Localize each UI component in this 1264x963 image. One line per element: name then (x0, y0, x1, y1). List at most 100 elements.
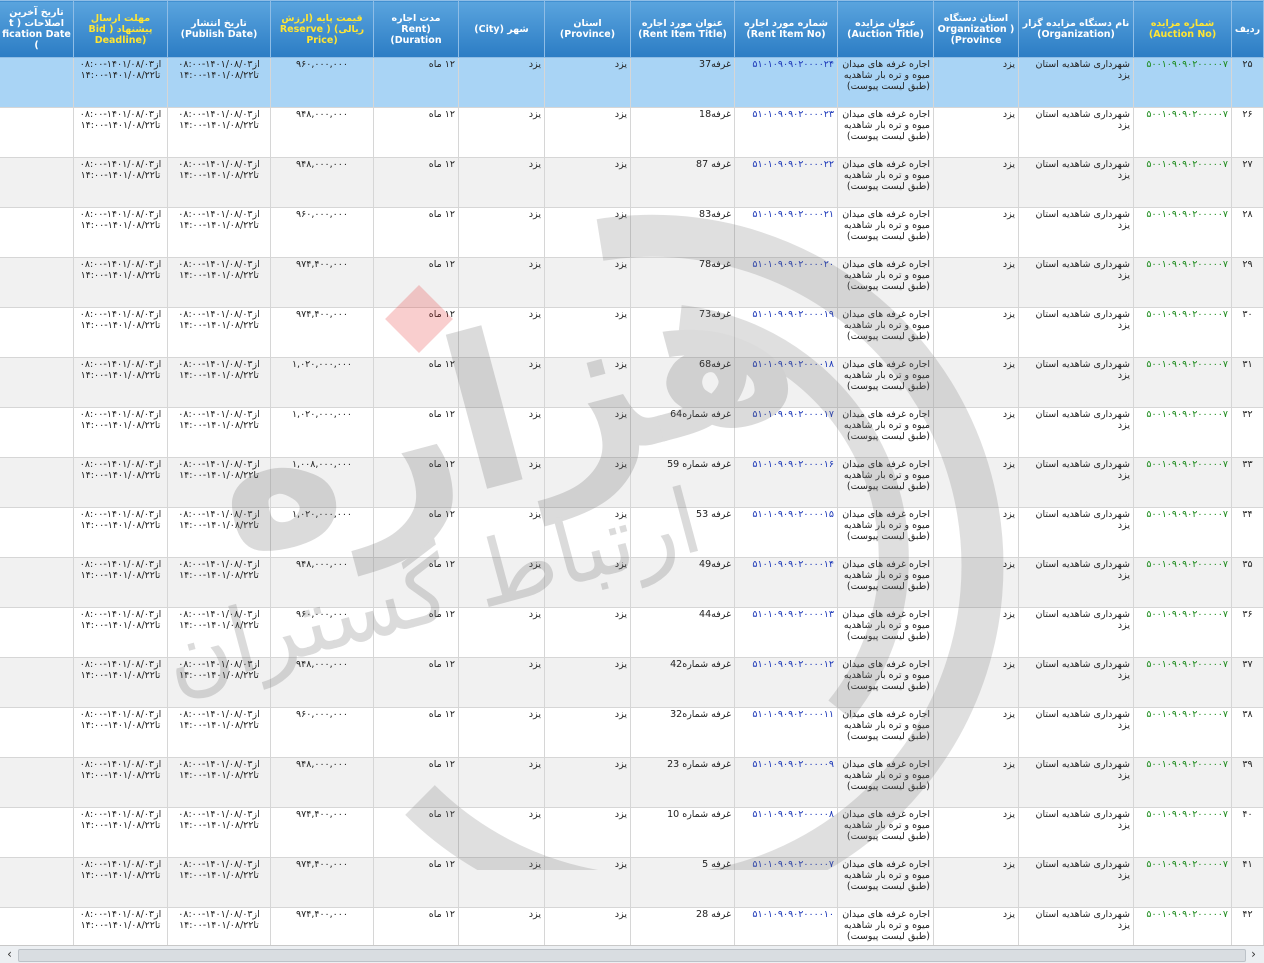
table-row[interactable]: ۳۱ ۵۰۰۱۰۹۰۹۰۲۰۰۰۰۰۷ شهرداری شاهدیه استان ی… (0, 357, 1264, 408)
table-row[interactable]: ۲۸ ۵۰۰۱۰۹۰۹۰۲۰۰۰۰۰۷ شهرداری شاهدیه استان ی… (0, 207, 1264, 258)
column-header-4[interactable]: عنوان مزایده (Auction Title) (837, 0, 934, 58)
table-row[interactable]: ۳۲ ۵۰۰۱۰۹۰۹۰۲۰۰۰۰۰۷ شهرداری شاهدیه استان ی… (0, 407, 1264, 458)
city-cell: یزد (458, 857, 545, 908)
rent-item-title-cell: غرفه 87 (630, 157, 735, 208)
column-header-8[interactable]: شهر (City) (458, 0, 545, 58)
city-cell: یزد (458, 807, 545, 858)
auction-no-link[interactable]: ۵۰۰۱۰۹۰۹۰۲۰۰۰۰۰۷ (1133, 457, 1232, 508)
table-row[interactable]: ۳۶ ۵۰۰۱۰۹۰۹۰۲۰۰۰۰۰۷ شهرداری شاهدیه استان ی… (0, 607, 1264, 658)
auction-no-link[interactable]: ۵۰۰۱۰۹۰۹۰۲۰۰۰۰۰۷ (1133, 907, 1232, 945)
rent-item-no-link[interactable]: ۵۱۰۱۰۹۰۹۰۲۰۰۰۰۱۱ (734, 707, 838, 758)
table-row[interactable]: ۳۷ ۵۰۰۱۰۹۰۹۰۲۰۰۰۰۰۷ شهرداری شاهدیه استان ی… (0, 657, 1264, 708)
auction-no-link[interactable]: ۵۰۰۱۰۹۰۹۰۲۰۰۰۰۰۷ (1133, 657, 1232, 708)
table-row[interactable]: ۲۹ ۵۰۰۱۰۹۰۹۰۲۰۰۰۰۰۷ شهرداری شاهدیه استان ی… (0, 257, 1264, 308)
auction-no-link[interactable]: ۵۰۰۱۰۹۰۹۰۲۰۰۰۰۰۷ (1133, 507, 1232, 558)
reserve-price-cell: ۹۴۸,۰۰۰,۰۰۰ (270, 757, 374, 808)
city-cell: یزد (458, 307, 545, 358)
auction-no-link[interactable]: ۵۰۰۱۰۹۰۹۰۲۰۰۰۰۰۷ (1133, 757, 1232, 808)
publish-date-cell: از۱۴۰۱/۰۸/۰۳-۰۸:۰۰ تا۱۴۰۱/۰۸/۲۲-۱۴:۰۰ (167, 757, 271, 808)
org-province-cell: یزد (933, 407, 1019, 458)
rent-item-no-link[interactable]: ۵۱۰۱۰۹۰۹۰۲۰۰۰۰۱۹ (734, 307, 838, 358)
rent-item-no-link[interactable]: ۵۱۰۱۰۹۰۹۰۲۰۰۰۰۱۳ (734, 607, 838, 658)
rent-item-no-link[interactable]: ۵۱۰۱۰۹۰۹۰۲۰۰۰۰۱۵ (734, 507, 838, 558)
table-row[interactable]: ۲۵ ۵۰۰۱۰۹۰۹۰۲۰۰۰۰۰۷ شهرداری شاهدیه استان ی… (0, 57, 1264, 108)
rent-item-no-link[interactable]: ۵۱۰۱۰۹۰۹۰۲۰۰۰۰۱۴ (734, 557, 838, 608)
table-row[interactable]: ۳۹ ۵۰۰۱۰۹۰۹۰۲۰۰۰۰۰۷ شهرداری شاهدیه استان ی… (0, 757, 1264, 808)
rent-item-no-link[interactable]: ۵۱۰۱۰۹۰۹۰۲۰۰۰۰۰۸ (734, 807, 838, 858)
auction-no-link[interactable]: ۵۰۰۱۰۹۰۹۰۲۰۰۰۰۰۷ (1133, 607, 1232, 658)
column-header-1[interactable]: شماره مزایده (Auction No) (1133, 0, 1232, 58)
reserve-price-cell: ۱,۰۰۸,۰۰۰,۰۰۰ (270, 457, 374, 508)
column-header-0[interactable]: ردیف (1231, 0, 1264, 58)
auction-no-link[interactable]: ۵۰۰۱۰۹۰۹۰۲۰۰۰۰۰۷ (1133, 407, 1232, 458)
rent-item-no-link[interactable]: ۵۱۰۱۰۹۰۹۰۲۰۰۰۰۰۷ (734, 857, 838, 908)
rent-item-no-link[interactable]: ۵۱۰۱۰۹۰۹۰۲۰۰۰۰۲۴ (734, 57, 838, 108)
scrollbar-thumb[interactable] (18, 949, 1246, 962)
column-header-6[interactable]: عنوان مورد اجاره (Rent Item Title) (630, 0, 735, 58)
column-header-7[interactable]: استان (Province) (544, 0, 631, 58)
auction-no-link[interactable]: ۵۰۰۱۰۹۰۹۰۲۰۰۰۰۰۷ (1133, 307, 1232, 358)
chevron-right-icon[interactable]: › (1246, 947, 1261, 962)
province-cell: یزد (544, 157, 631, 208)
column-header-10[interactable]: قیمت پایه (ارزش ریالی) ( Reserve (Price (270, 0, 374, 58)
rent-item-no-link[interactable]: ۵۱۰۱۰۹۰۹۰۲۰۰۰۰۲۳ (734, 107, 838, 158)
bid-deadline-cell: از۱۴۰۱/۰۸/۰۳-۰۸:۰۰ تا۱۴۰۱/۰۸/۲۲-۱۴:۰۰ (73, 907, 168, 945)
bid-deadline-cell: از۱۴۰۱/۰۸/۰۳-۰۸:۰۰ تا۱۴۰۱/۰۸/۲۲-۱۴:۰۰ (73, 657, 168, 708)
auction-no-link[interactable]: ۵۰۰۱۰۹۰۹۰۲۰۰۰۰۰۷ (1133, 857, 1232, 908)
auction-no-link[interactable]: ۵۰۰۱۰۹۰۹۰۲۰۰۰۰۰۷ (1133, 557, 1232, 608)
column-header-en: (Deadline (94, 34, 147, 46)
table-row[interactable]: ۳۰ ۵۰۰۱۰۹۰۹۰۲۰۰۰۰۰۷ شهرداری شاهدیه استان ی… (0, 307, 1264, 358)
rent-item-no-link[interactable]: ۵۱۰۱۰۹۰۹۰۲۰۰۰۰۱۰ (734, 907, 838, 945)
bid-deadline-cell: از۱۴۰۱/۰۸/۰۳-۰۸:۰۰ تا۱۴۰۱/۰۸/۲۲-۱۴:۰۰ (73, 607, 168, 658)
table-row[interactable]: ۴۰ ۵۰۰۱۰۹۰۹۰۲۰۰۰۰۰۷ شهرداری شاهدیه استان ی… (0, 807, 1264, 858)
reserve-price-cell: ۹۶۰,۰۰۰,۰۰۰ (270, 707, 374, 758)
row-index: ۲۹ (1231, 257, 1264, 308)
column-header-11[interactable]: تاریخ انتشار (Publish Date) (167, 0, 271, 58)
rent-item-no-link[interactable]: ۵۱۰۱۰۹۰۹۰۲۰۰۰۰۲۰ (734, 257, 838, 308)
table-row[interactable]: ۴۲ ۵۰۰۱۰۹۰۹۰۲۰۰۰۰۰۷ شهرداری شاهدیه استان ی… (0, 907, 1264, 945)
rent-item-no-link[interactable]: ۵۱۰۱۰۹۰۹۰۲۰۰۰۰۱۸ (734, 357, 838, 408)
auction-no-link[interactable]: ۵۰۰۱۰۹۰۹۰۲۰۰۰۰۰۷ (1133, 57, 1232, 108)
city-cell: یزد (458, 257, 545, 308)
modification-date-cell (0, 257, 74, 308)
rent-item-title-cell: غرفه78 (630, 257, 735, 308)
rent-item-no-link[interactable]: ۵۱۰۱۰۹۰۹۰۲۰۰۰۰۲۱ (734, 207, 838, 258)
rent-item-title-cell: غرفه49 (630, 557, 735, 608)
publish-date-cell: از۱۴۰۱/۰۸/۰۳-۰۸:۰۰ تا۱۴۰۱/۰۸/۲۲-۱۴:۰۰ (167, 157, 271, 208)
auction-no-link[interactable]: ۵۰۰۱۰۹۰۹۰۲۰۰۰۰۰۷ (1133, 807, 1232, 858)
auction-no-link[interactable]: ۵۰۰۱۰۹۰۹۰۲۰۰۰۰۰۷ (1133, 707, 1232, 758)
rent-duration-cell: ۱۲ ماه (373, 307, 459, 358)
rent-item-no-link[interactable]: ۵۱۰۱۰۹۰۹۰۲۰۰۰۰۲۲ (734, 157, 838, 208)
rent-item-title-cell: غرفه44 (630, 607, 735, 658)
table-row[interactable]: ۳۵ ۵۰۰۱۰۹۰۹۰۲۰۰۰۰۰۷ شهرداری شاهدیه استان ی… (0, 557, 1264, 608)
column-header-13[interactable]: تاریخ آخرین اصلاحات ( t fication Date ) (0, 0, 74, 58)
auction-no-link[interactable]: ۵۰۰۱۰۹۰۹۰۲۰۰۰۰۰۷ (1133, 257, 1232, 308)
rent-item-no-link[interactable]: ۵۱۰۱۰۹۰۹۰۲۰۰۰۰۱۶ (734, 457, 838, 508)
column-header-5[interactable]: شماره مورد اجاره (Rent Item No) (734, 0, 838, 58)
publish-date-cell: از۱۴۰۱/۰۸/۰۳-۰۸:۰۰ تا۱۴۰۱/۰۸/۲۲-۱۴:۰۰ (167, 707, 271, 758)
chevron-left-icon[interactable]: ‹ (2, 947, 17, 962)
auction-no-link[interactable]: ۵۰۰۱۰۹۰۹۰۲۰۰۰۰۰۷ (1133, 207, 1232, 258)
organization-cell: شهرداری شاهدیه استان یزد (1018, 907, 1134, 945)
table-row[interactable]: ۳۸ ۵۰۰۱۰۹۰۹۰۲۰۰۰۰۰۷ شهرداری شاهدیه استان ی… (0, 707, 1264, 758)
table-row[interactable]: ۳۴ ۵۰۰۱۰۹۰۹۰۲۰۰۰۰۰۷ شهرداری شاهدیه استان ی… (0, 507, 1264, 558)
rent-item-no-link[interactable]: ۵۱۰۱۰۹۰۹۰۲۰۰۰۰۱۲ (734, 657, 838, 708)
auction-no-link[interactable]: ۵۰۰۱۰۹۰۹۰۲۰۰۰۰۰۷ (1133, 157, 1232, 208)
column-header-2[interactable]: نام دستگاه مزایده گزار (Organization) (1018, 0, 1134, 58)
column-header-12[interactable]: مهلت ارسال پیشنهاد ( Bid (Deadline (73, 0, 168, 58)
table-row[interactable]: ۲۷ ۵۰۰۱۰۹۰۹۰۲۰۰۰۰۰۷ شهرداری شاهدیه استان ی… (0, 157, 1264, 208)
modification-date-cell (0, 507, 74, 558)
table-row[interactable]: ۳۳ ۵۰۰۱۰۹۰۹۰۲۰۰۰۰۰۷ شهرداری شاهدیه استان ی… (0, 457, 1264, 508)
column-header-3[interactable]: استان دستگاه Organization ) (Province (933, 0, 1019, 58)
auction-no-link[interactable]: ۵۰۰۱۰۹۰۹۰۲۰۰۰۰۰۷ (1133, 357, 1232, 408)
rent-item-no-link[interactable]: ۵۱۰۱۰۹۰۹۰۲۰۰۰۰۱۷ (734, 407, 838, 458)
column-header-9[interactable]: مدت اجاره (Rent Duration) (373, 0, 459, 58)
row-index: ۴۱ (1231, 857, 1264, 908)
rent-item-no-link[interactable]: ۵۱۰۱۰۹۰۹۰۲۰۰۰۰۰۹ (734, 757, 838, 808)
horizontal-scrollbar[interactable]: ‹ › (0, 945, 1264, 963)
auction-no-link[interactable]: ۵۰۰۱۰۹۰۹۰۲۰۰۰۰۰۷ (1133, 107, 1232, 158)
table-row[interactable]: ۲۶ ۵۰۰۱۰۹۰۹۰۲۰۰۰۰۰۷ شهرداری شاهدیه استان ی… (0, 107, 1264, 158)
reserve-price-cell: ۹۴۸,۰۰۰,۰۰۰ (270, 657, 374, 708)
table-row[interactable]: ۴۱ ۵۰۰۱۰۹۰۹۰۲۰۰۰۰۰۷ شهرداری شاهدیه استان ی… (0, 857, 1264, 908)
rent-item-title-cell: غرفه شماره 23 (630, 757, 735, 808)
